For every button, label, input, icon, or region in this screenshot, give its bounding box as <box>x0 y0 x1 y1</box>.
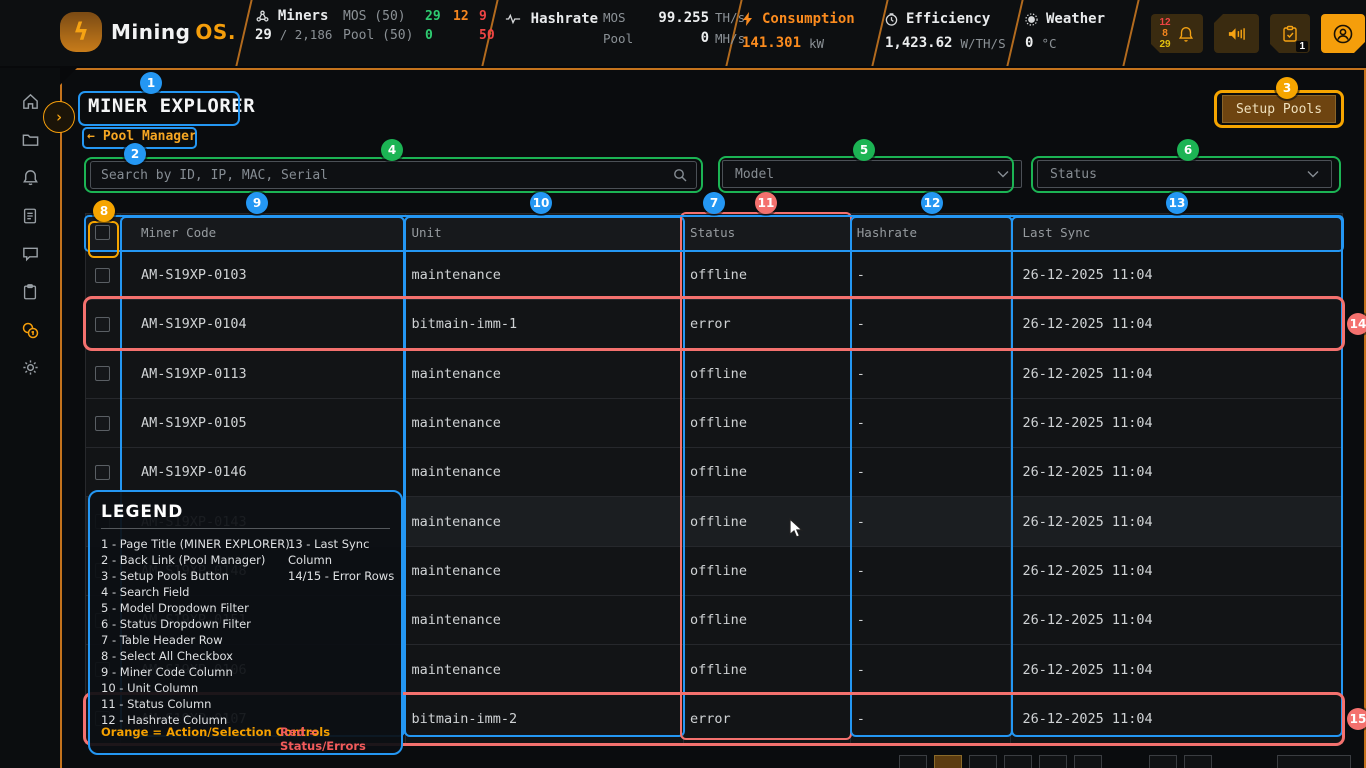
legend-items-col2: 13 - Last Sync Column14/15 - Error Rows <box>288 536 401 584</box>
cell-status: offline <box>684 251 851 299</box>
cell-status: offline <box>684 399 851 447</box>
pagination-page-button[interactable] <box>1039 755 1067 768</box>
legend-item: 9 - Miner Code Column <box>101 664 390 680</box>
cell-status: offline <box>684 497 851 545</box>
legend-item: 4 - Search Field <box>101 584 390 600</box>
cell-unit: maintenance <box>406 399 685 447</box>
header-last-sync: Last Sync <box>1011 214 1342 250</box>
header-hashrate: Hashrate <box>851 214 1011 250</box>
cell-hashrate: - <box>851 350 1011 398</box>
cell-miner-code: AM-S19XP-0105 <box>121 399 406 447</box>
cell-miner-code: AM-S19XP-0103 <box>121 251 406 299</box>
cell-hashrate: - <box>851 695 1011 743</box>
legend-item: 8 - Select All Checkbox <box>101 648 390 664</box>
table-row[interactable]: AM-S19XP-0103 maintenance offline - 26-1… <box>86 251 1342 300</box>
row-checkbox[interactable] <box>95 317 110 332</box>
cell-last-sync: 26-12-2025 11:04 <box>1011 448 1342 496</box>
cell-status: error <box>684 695 851 743</box>
cell-last-sync: 26-12-2025 11:04 <box>1011 596 1342 644</box>
cell-hashrate: - <box>851 251 1011 299</box>
table-row[interactable]: AM-S19XP-0104 bitmain-imm-1 error - 26-1… <box>86 300 1342 349</box>
cell-status: offline <box>684 448 851 496</box>
sidebar-collapse-button[interactable]: › <box>43 101 75 133</box>
model-filter-dropdown[interactable]: Model <box>722 160 1022 188</box>
cell-unit: maintenance <box>406 596 685 644</box>
cell-hashrate: - <box>851 300 1011 348</box>
cell-last-sync: 26-12-2025 11:04 <box>1011 547 1342 595</box>
legend-title: LEGEND <box>101 502 390 522</box>
screen: MiningOS. Miners MOS (50) 29 12 9 <box>0 0 1366 768</box>
chevron-down-icon <box>997 167 1009 182</box>
legend-item: 10 - Unit Column <box>101 680 390 696</box>
cell-status: offline <box>684 596 851 644</box>
cell-status: error <box>684 300 851 348</box>
cell-unit: bitmain-imm-1 <box>406 300 685 348</box>
cell-unit: maintenance <box>406 497 685 545</box>
cell-unit: maintenance <box>406 448 685 496</box>
cell-unit: maintenance <box>406 251 685 299</box>
row-checkbox[interactable] <box>95 416 110 431</box>
table-row[interactable]: AM-S19XP-0105 maintenance offline - 26-1… <box>86 399 1342 448</box>
cell-last-sync: 26-12-2025 11:04 <box>1011 645 1342 693</box>
cell-unit: maintenance <box>406 645 685 693</box>
search-icon <box>673 168 687 182</box>
chevron-down-icon <box>1307 167 1319 182</box>
cell-hashrate: - <box>851 448 1011 496</box>
pagination-nav-button[interactable] <box>1184 755 1212 768</box>
back-link[interactable]: ← Pool Manager <box>87 129 197 144</box>
row-checkbox[interactable] <box>95 366 110 381</box>
select-all-checkbox-cell <box>86 214 121 250</box>
cell-hashrate: - <box>851 547 1011 595</box>
cell-hashrate: - <box>851 497 1011 545</box>
page-title: MINER EXPLORER <box>88 95 255 117</box>
legend-box: LEGEND 1 - Page Title (MINER EXPLORER)2 … <box>88 490 403 755</box>
search-field <box>90 161 697 189</box>
cell-last-sync: 26-12-2025 11:04 <box>1011 497 1342 545</box>
status-filter-dropdown[interactable]: Status <box>1037 160 1332 188</box>
legend-item: 13 - Last Sync Column <box>288 536 401 568</box>
cell-hashrate: - <box>851 596 1011 644</box>
legend-item: 11 - Status Column <box>101 696 390 712</box>
cell-status: offline <box>684 645 851 693</box>
pagination-page-size-select[interactable] <box>1277 755 1351 768</box>
cell-hashrate: - <box>851 645 1011 693</box>
header-miner-code: Miner Code <box>121 214 406 250</box>
cell-last-sync: 26-12-2025 11:04 <box>1011 350 1342 398</box>
cell-hashrate: - <box>851 399 1011 447</box>
cell-unit: maintenance <box>406 350 685 398</box>
pagination-page-button-active[interactable] <box>934 755 962 768</box>
table-header-row: Miner Code Unit Status Hashrate Last Syn… <box>86 214 1342 251</box>
pagination-page-button[interactable] <box>1074 755 1102 768</box>
arrow-left-icon: ← <box>87 129 95 144</box>
pagination-nav-button[interactable] <box>1149 755 1177 768</box>
cell-status: offline <box>684 350 851 398</box>
cell-unit: bitmain-imm-2 <box>406 695 685 743</box>
row-checkbox[interactable] <box>95 268 110 283</box>
legend-item: 5 - Model Dropdown Filter <box>101 600 390 616</box>
legend-footer-red: Red = Status/Errors <box>280 725 401 753</box>
row-checkbox[interactable] <box>95 465 110 480</box>
search-input[interactable] <box>91 168 673 183</box>
legend-item: 14/15 - Error Rows <box>288 568 401 584</box>
header-status: Status <box>684 214 851 250</box>
cell-last-sync: 26-12-2025 11:04 <box>1011 399 1342 447</box>
cell-last-sync: 26-12-2025 11:04 <box>1011 300 1342 348</box>
pagination <box>899 755 1351 768</box>
cell-miner-code: AM-S19XP-0104 <box>121 300 406 348</box>
cell-miner-code: AM-S19XP-0113 <box>121 350 406 398</box>
legend-divider <box>101 528 390 529</box>
cell-last-sync: 26-12-2025 11:04 <box>1011 251 1342 299</box>
pagination-page-button[interactable] <box>899 755 927 768</box>
pagination-page-button[interactable] <box>969 755 997 768</box>
pagination-page-button[interactable] <box>1004 755 1032 768</box>
select-all-checkbox[interactable] <box>95 225 110 240</box>
cell-last-sync: 26-12-2025 11:04 <box>1011 695 1342 743</box>
table-row[interactable]: AM-S19XP-0113 maintenance offline - 26-1… <box>86 350 1342 399</box>
cell-status: offline <box>684 547 851 595</box>
cell-unit: maintenance <box>406 547 685 595</box>
header-unit: Unit <box>406 214 685 250</box>
legend-item: 6 - Status Dropdown Filter <box>101 616 390 632</box>
setup-pools-button[interactable]: Setup Pools <box>1222 95 1336 123</box>
legend-item: 7 - Table Header Row <box>101 632 390 648</box>
